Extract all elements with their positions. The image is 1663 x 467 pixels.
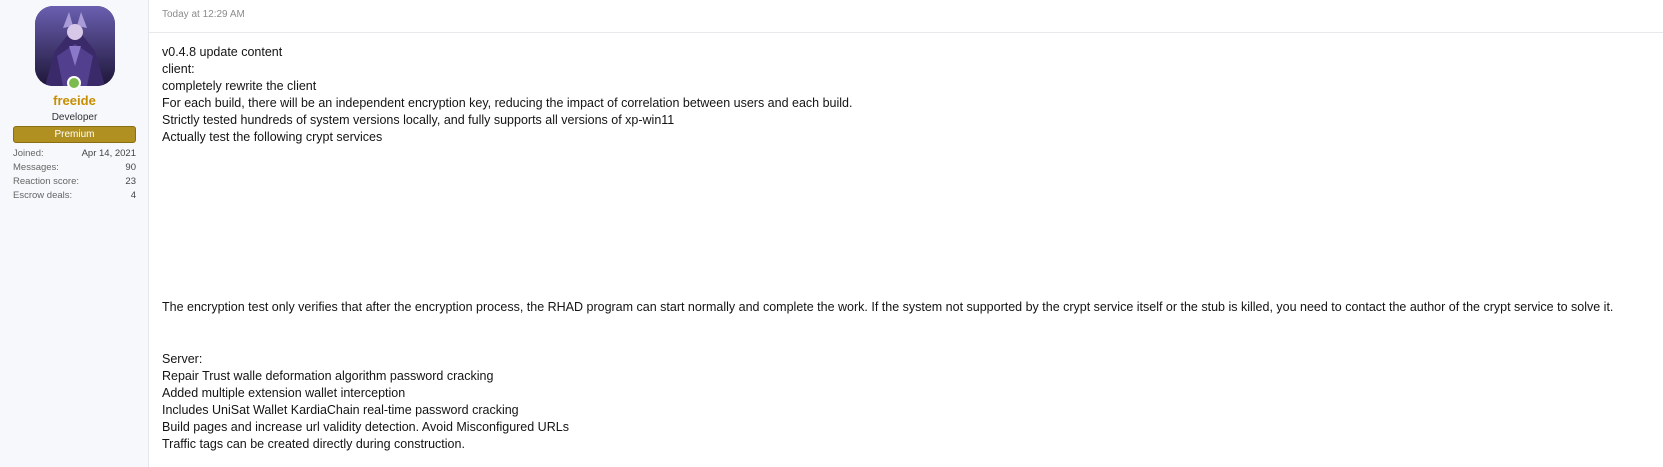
post-main: Today at 12:29 AM v0.4.8 update content … [149, 0, 1663, 467]
message-post: freeide Developer Premium Joined: Apr 14… [0, 0, 1663, 467]
stat-label: Joined: [13, 148, 44, 159]
post-line: Strictly tested hundreds of system versi… [162, 113, 675, 127]
avatar-image [35, 6, 115, 86]
post-line: client: [162, 62, 195, 76]
user-info-panel: freeide Developer Premium Joined: Apr 14… [0, 0, 149, 467]
user-title: Developer [51, 112, 98, 123]
stat-label: Reaction score: [13, 176, 80, 187]
header-divider [149, 32, 1663, 33]
online-status-indicator [67, 76, 81, 90]
post-line: For each build, there will be an indepen… [162, 96, 853, 110]
stat-reaction-score: Reaction score: 23 [13, 175, 136, 189]
post-line: Repair Trust walle deformation algorithm… [162, 369, 494, 383]
stat-label: Messages: [13, 162, 59, 173]
premium-banner: Premium [13, 126, 136, 143]
post-date-link[interactable]: Today at 12:29 AM [162, 9, 245, 20]
post-line: Actually test the following crypt servic… [162, 130, 383, 144]
post-line: Build pages and increase url validity de… [162, 420, 569, 434]
stat-label: Escrow deals: [13, 190, 73, 201]
post-line: Traffic tags can be created directly dur… [162, 437, 465, 451]
post-line: Server: [162, 352, 203, 366]
stat-joined: Joined: Apr 14, 2021 [13, 147, 136, 161]
stat-value: 4 [130, 190, 136, 201]
stat-messages: Messages: 90 [13, 161, 136, 175]
stat-escrow-deals: Escrow deals: 4 [13, 189, 136, 203]
post-line: The encryption test only verifies that a… [162, 300, 1614, 314]
post-line: v0.4.8 update content [162, 45, 283, 59]
post-line: Added multiple extension wallet intercep… [162, 386, 406, 400]
post-line: completely rewrite the client [162, 79, 317, 93]
username-link[interactable]: freeide [0, 93, 149, 108]
stat-value: Apr 14, 2021 [81, 148, 136, 159]
stat-value[interactable]: 90 [125, 161, 136, 175]
post-line: Includes UniSat Wallet KardiaChain real-… [162, 403, 519, 417]
avatar[interactable] [35, 6, 115, 86]
user-stats: Joined: Apr 14, 2021 Messages: 90 Reacti… [13, 147, 136, 203]
stat-value: 23 [125, 176, 136, 187]
